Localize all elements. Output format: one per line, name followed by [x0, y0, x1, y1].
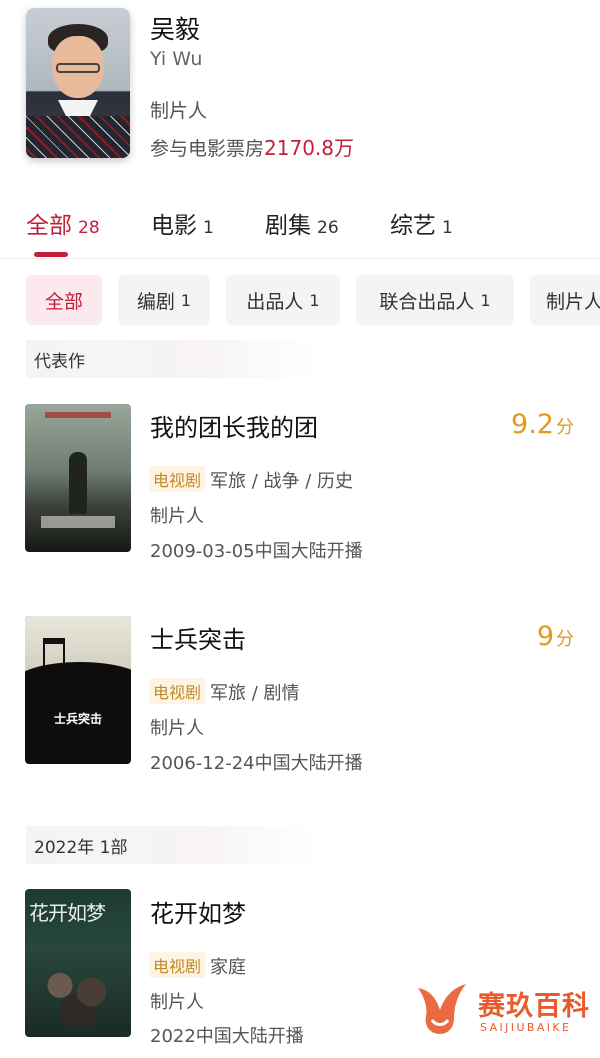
watermark-logo-icon	[418, 984, 466, 1034]
avatar-glasses	[56, 63, 100, 73]
work-genres: 家庭	[210, 957, 246, 978]
tab-movie[interactable]: 电影 1	[151, 206, 214, 240]
watermark-text: 赛玖百科	[478, 991, 590, 1022]
work-type-tag: 电视剧	[149, 466, 206, 492]
tab-all[interactable]: 全部 28	[26, 206, 100, 240]
tab-label: 剧集	[265, 213, 311, 239]
work-title[interactable]: 我的团长我的团	[150, 408, 318, 443]
boxoffice-value: 2170.8万	[264, 136, 354, 160]
boxoffice-label: 参与电影票房	[150, 138, 265, 160]
score-value: 9.2	[511, 409, 554, 440]
poster-figure	[69, 452, 87, 514]
work-poster[interactable]: 花开如梦	[25, 889, 131, 1037]
chip-label: 出品人	[246, 290, 304, 313]
tab-count: 1	[203, 218, 214, 238]
boxoffice-line: 参与电影票房2170.8万	[150, 132, 354, 161]
tab-label: 电影	[151, 213, 197, 239]
work-score: 9分	[537, 621, 574, 652]
chip-count: 1	[180, 290, 192, 310]
tab-variety[interactable]: 综艺 1	[390, 206, 453, 240]
chip-label: 联合出品人	[379, 290, 475, 313]
chip-label: 编剧	[136, 290, 175, 313]
filter-chip-all[interactable]: 全部	[26, 275, 102, 325]
chip-count: 1	[480, 290, 491, 310]
watermark-subtext: SAIJIUBAIKE	[480, 1021, 572, 1034]
score-value: 9	[536, 621, 554, 652]
score-unit: 分	[556, 629, 574, 650]
work-date: 2006-12-24中国大陆开播	[150, 753, 363, 774]
poster-silhouette	[25, 662, 131, 702]
tab-count: 1	[442, 218, 453, 238]
avatar-shirt	[26, 116, 130, 158]
person-role: 制片人	[150, 100, 208, 122]
chip-label: 制片人	[546, 290, 600, 313]
poster-decoration	[45, 412, 111, 418]
tab-count: 26	[317, 218, 339, 238]
tab-series[interactable]: 剧集 26	[265, 206, 339, 240]
work-role: 制片人	[150, 718, 204, 739]
work-score: 9.2 分	[511, 409, 574, 440]
work-genres: 军旅 / 战争 / 历史	[210, 471, 354, 492]
avatar[interactable]	[26, 8, 130, 158]
poster-title: 花开如梦	[29, 901, 106, 925]
work-date: 2022中国大陆开播	[150, 1026, 304, 1047]
tabs-divider	[0, 258, 600, 259]
chip-label: 全部	[44, 290, 83, 313]
section-year: 2022年 1部	[26, 826, 316, 864]
filter-chip-producer[interactable]: 制片人	[530, 275, 600, 325]
tab-count: 28	[78, 218, 100, 238]
poster-people	[33, 959, 123, 1025]
work-title[interactable]: 花开如梦	[150, 894, 246, 929]
filter-chip-co-presenter[interactable]: 联合出品人 1	[356, 275, 514, 325]
person-name-en: Yi Wu	[150, 48, 203, 70]
work-genres: 军旅 / 剧情	[210, 683, 300, 704]
work-poster[interactable]: 士兵突击	[25, 616, 131, 764]
person-name: 吴毅	[150, 15, 201, 44]
work-title[interactable]: 士兵突击	[150, 620, 246, 655]
tab-label: 综艺	[390, 213, 436, 239]
poster-decoration	[41, 516, 115, 528]
score-unit: 分	[556, 417, 574, 438]
work-poster[interactable]	[25, 404, 131, 552]
work-type-tag: 电视剧	[149, 952, 206, 978]
chip-count: 1	[309, 290, 320, 310]
section-representative: 代表作	[26, 340, 316, 378]
work-role: 制片人	[150, 506, 204, 527]
work-role: 制片人	[150, 992, 204, 1013]
tab-label: 全部	[26, 213, 72, 239]
filter-chip-screenwriter[interactable]: 编剧 1	[118, 275, 210, 325]
work-date: 2009-03-05中国大陆开播	[150, 541, 363, 562]
filter-chip-presenter[interactable]: 出品人 1	[226, 275, 340, 325]
poster-title: 士兵突击	[53, 712, 102, 726]
tab-active-indicator	[34, 252, 68, 257]
work-type-tag: 电视剧	[149, 678, 206, 704]
